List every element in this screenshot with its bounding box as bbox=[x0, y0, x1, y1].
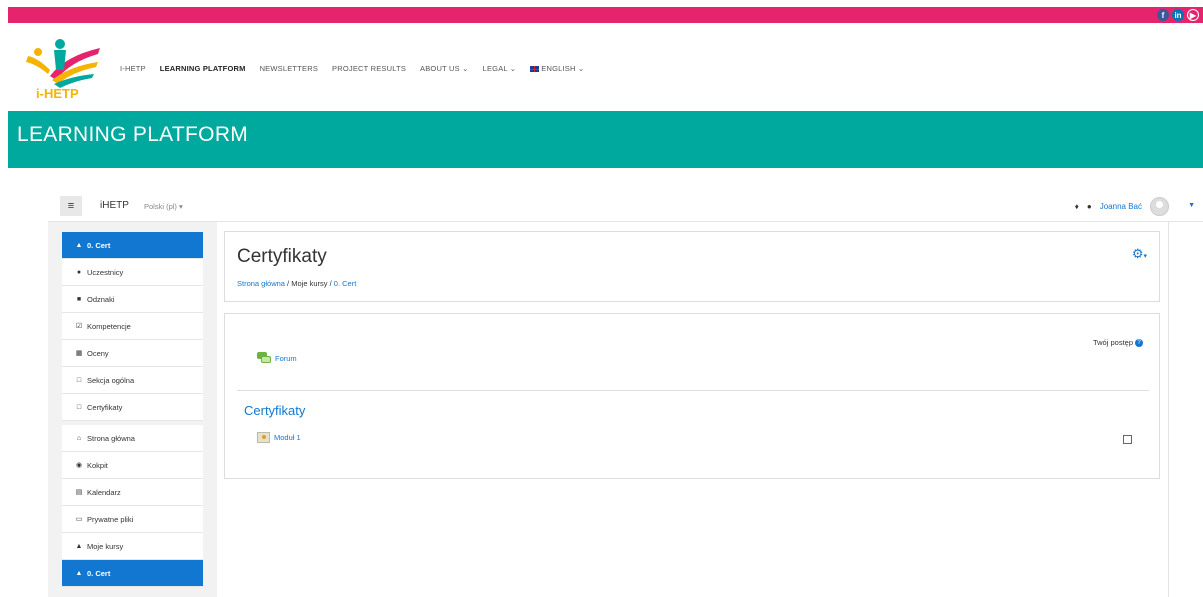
graduation-cap-icon: ▲ bbox=[75, 241, 83, 249]
sidebar-item-calendar[interactable]: ▤ Kalendarz bbox=[62, 479, 203, 506]
sidebar-item-course-current[interactable]: ▲ 0. Cert bbox=[62, 560, 203, 587]
breadcrumb-separator: / bbox=[287, 279, 290, 288]
nav-item-newsletters[interactable]: NEWSLETTERS bbox=[260, 64, 318, 73]
site-nav: I-HETP LEARNING PLATFORM NEWSLETTERS PRO… bbox=[120, 64, 584, 73]
shield-icon: ■ bbox=[76, 295, 82, 303]
sidebar-item-certificates[interactable]: □ Certyfikaty bbox=[62, 394, 203, 421]
site-logo[interactable]: i-HETP bbox=[20, 36, 104, 102]
sidebar-item-dashboard[interactable]: ◉ Kokpit bbox=[62, 452, 203, 479]
sidebar-item-label: Uczestnicy bbox=[87, 267, 124, 277]
sidebar-item-label: Moje kursy bbox=[87, 541, 124, 551]
sidebar-item-label: Oceny bbox=[87, 348, 109, 358]
sidebar-item-label: Sekcja ogólna bbox=[87, 375, 135, 385]
language-select[interactable]: Polski (pl) ▾ bbox=[144, 202, 183, 211]
forum-link[interactable]: Forum bbox=[275, 354, 297, 363]
uk-flag-icon bbox=[530, 66, 540, 73]
moodle-navbar: ≡ iHETP Polski (pl) ▾ ♦ ● Joanna Bać ▼ bbox=[48, 192, 1203, 222]
page-header-card: Certyfikaty Strona główna / Moje kursy /… bbox=[224, 231, 1160, 302]
content-border bbox=[1168, 222, 1169, 597]
sidebar-item-competencies[interactable]: ☑ Kompetencje bbox=[62, 313, 203, 340]
module-link[interactable]: Moduł 1 bbox=[274, 433, 301, 442]
graduation-cap-icon: ▲ bbox=[75, 542, 83, 550]
completion-checkbox[interactable] bbox=[1123, 435, 1132, 444]
user-menu: ♦ ● Joanna Bać bbox=[1075, 197, 1169, 216]
sidebar-item-my-courses[interactable]: ▲ Moje kursy bbox=[62, 533, 203, 560]
breadcrumb: Strona główna / Moje kursy / 0. Cert bbox=[237, 279, 356, 288]
breadcrumb-home[interactable]: Strona główna bbox=[237, 279, 285, 288]
progress-label: Twój postęp? bbox=[1092, 338, 1143, 348]
table-icon: ▦ bbox=[75, 350, 83, 357]
sidebar-item-general-section[interactable]: □ Sekcja ogólna bbox=[62, 367, 203, 394]
breadcrumb-my-courses: Moje kursy bbox=[291, 279, 328, 288]
forum-icon bbox=[257, 352, 271, 364]
sidebar-item-label: Kalendarz bbox=[87, 487, 121, 497]
facebook-icon[interactable]: f bbox=[1157, 9, 1169, 21]
sidebar-item-label: Prywatne pliki bbox=[87, 514, 134, 524]
folder-icon: □ bbox=[76, 403, 82, 411]
nav-language-label: ENGLISH ⌄ bbox=[541, 64, 585, 73]
sidebar-item-label: Odznaki bbox=[87, 294, 115, 304]
logo-text: i-HETP bbox=[36, 86, 79, 101]
breadcrumb-course[interactable]: 0. Cert bbox=[334, 279, 357, 288]
folder-icon: □ bbox=[76, 376, 82, 384]
sidebar-item-badges[interactable]: ■ Odznaki bbox=[62, 286, 203, 313]
home-icon: ⌂ bbox=[76, 434, 82, 442]
certificate-activity[interactable]: Moduł 1 bbox=[257, 432, 301, 443]
sidebar-item-label: 0. Cert bbox=[87, 240, 111, 250]
section-divider bbox=[237, 390, 1149, 391]
sidebar-item-home[interactable]: ⌂ Strona główna bbox=[62, 425, 203, 452]
help-icon[interactable]: ? bbox=[1135, 339, 1143, 348]
nav-item-project-results[interactable]: PROJECT RESULTS bbox=[332, 64, 406, 73]
nav-item-legal[interactable]: LEGAL ⌄ bbox=[483, 64, 517, 73]
avatar[interactable] bbox=[1150, 197, 1169, 216]
page-title: Certyfikaty bbox=[237, 246, 327, 267]
sidebar-item-course[interactable]: ▲ 0. Cert bbox=[62, 232, 203, 259]
youtube-icon[interactable]: ▶ bbox=[1187, 9, 1199, 21]
nav-item-about-us[interactable]: ABOUT US ⌄ bbox=[420, 64, 469, 73]
bell-icon[interactable]: ♦ bbox=[1075, 202, 1079, 211]
check-square-icon: ☑ bbox=[75, 323, 83, 330]
dashboard-icon: ◉ bbox=[75, 462, 83, 469]
progress-text: Twój postęp bbox=[1092, 338, 1133, 347]
sidebar-item-label: Strona główna bbox=[87, 433, 135, 443]
nav-drawer: ▲ 0. Cert ● Uczestnicy ■ Odznaki ☑ Kompetenc… bbox=[48, 222, 217, 597]
section-title[interactable]: Certyfikaty bbox=[244, 403, 305, 418]
moodle-brand[interactable]: iHETP bbox=[100, 200, 129, 211]
users-icon: ● bbox=[76, 268, 82, 276]
nav-item-language[interactable]: ENGLISH ⌄ bbox=[530, 64, 584, 73]
sidebar-item-grades[interactable]: ▦ Oceny bbox=[62, 340, 203, 367]
nav-item-ihetp[interactable]: I-HETP bbox=[120, 64, 146, 73]
graduation-cap-icon: ▲ bbox=[75, 569, 83, 577]
hamburger-icon: ≡ bbox=[67, 200, 75, 212]
file-icon: ▭ bbox=[75, 516, 83, 523]
site-header: i-HETP I-HETP LEARNING PLATFORM NEWSLETT… bbox=[8, 23, 1203, 111]
drawer-toggle-button[interactable]: ≡ bbox=[60, 196, 82, 216]
page-banner: LEARNING PLATFORM bbox=[8, 111, 1203, 168]
course-content-card: Twój postęp? Forum Certyfikaty Moduł 1 bbox=[224, 313, 1160, 479]
user-name[interactable]: Joanna Bać bbox=[1100, 202, 1142, 211]
sidebar-item-private-files[interactable]: ▭ Prywatne pliki bbox=[62, 506, 203, 533]
breadcrumb-separator: / bbox=[329, 279, 332, 288]
sidebar-item-label: Kompetencje bbox=[87, 321, 131, 331]
banner-title: LEARNING PLATFORM bbox=[17, 123, 249, 146]
top-bar: f in ▶ bbox=[8, 7, 1203, 23]
forum-activity[interactable]: Forum bbox=[257, 352, 297, 364]
linkedin-icon[interactable]: in bbox=[1172, 9, 1184, 21]
sidebar-item-label: Certyfikaty bbox=[87, 402, 123, 412]
gear-icon[interactable]: ⚙▾ bbox=[1132, 246, 1147, 262]
calendar-icon: ▤ bbox=[75, 489, 83, 496]
nav-item-learning-platform[interactable]: LEARNING PLATFORM bbox=[160, 64, 246, 73]
certificate-icon bbox=[257, 432, 270, 443]
sidebar-item-label: 0. Cert bbox=[87, 568, 111, 578]
user-menu-caret-icon[interactable]: ▼ bbox=[1188, 202, 1195, 209]
sidebar-item-label: Kokpit bbox=[87, 460, 108, 470]
sidebar-item-participants[interactable]: ● Uczestnicy bbox=[62, 259, 203, 286]
chat-icon[interactable]: ● bbox=[1087, 202, 1092, 211]
social-links: f in ▶ bbox=[1157, 9, 1199, 21]
